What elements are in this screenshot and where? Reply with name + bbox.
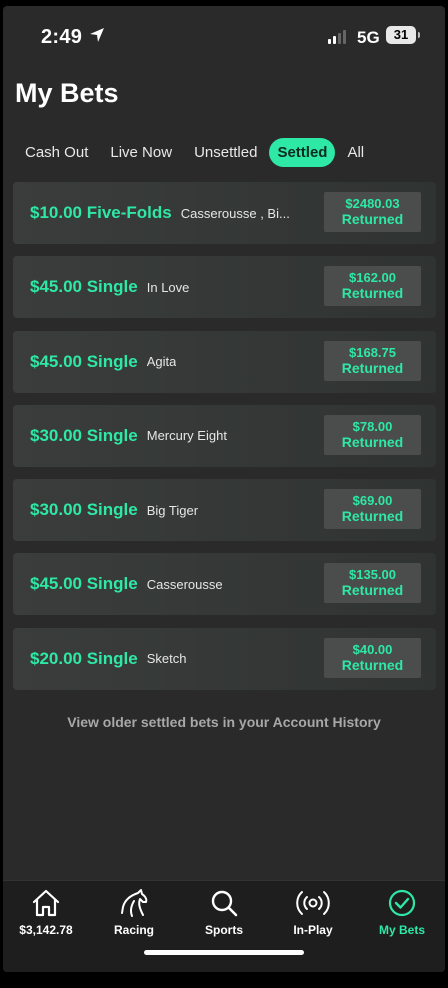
returned-badge: $78.00 Returned xyxy=(324,414,421,455)
returned-label: Returned xyxy=(341,359,404,376)
bet-amount: $45.00 Single xyxy=(30,574,138,594)
cell-signal-icon xyxy=(328,30,346,44)
returned-badge: $2480.03 Returned xyxy=(324,192,421,232)
horse-icon xyxy=(121,889,148,917)
screen: 2:49 5G 31 My Bets Cash Out Live Now Uns… xyxy=(3,6,445,972)
bet-selection: In Love xyxy=(146,279,190,295)
bet-filter-tabs: Cash Out Live Now Unsettled Settled All xyxy=(15,138,376,167)
status-time: 2:49 xyxy=(41,26,83,48)
network-type: 5G xyxy=(357,28,380,47)
bet-card[interactable]: $10.00 Five-Folds Casserousse , Bi... $24… xyxy=(13,182,436,244)
bet-amount: $45.00 Single xyxy=(30,351,138,371)
nav-sports[interactable]: Sports xyxy=(184,887,264,937)
bet-selection: Agita xyxy=(146,354,177,370)
location-arrow-icon xyxy=(90,28,104,42)
returned-label: Returned xyxy=(341,211,404,227)
home-indicator[interactable] xyxy=(144,950,304,955)
returned-badge: $69.00 Returned xyxy=(324,489,421,530)
tab-live-now[interactable]: Live Now xyxy=(100,138,182,167)
returned-label: Returned xyxy=(341,582,404,599)
returned-label: Returned xyxy=(341,508,404,525)
returned-value: $40.00 xyxy=(352,641,393,657)
nav-in-play[interactable]: In-Play xyxy=(273,887,353,937)
bet-amount: $30.00 Single xyxy=(30,500,138,520)
tab-unsettled[interactable]: Unsettled xyxy=(184,138,267,167)
status-bar: 2:49 5G 31 xyxy=(3,6,445,62)
returned-value: $69.00 xyxy=(352,493,393,509)
nav-label: $3,142.78 xyxy=(19,923,73,937)
broadcast-icon xyxy=(296,891,330,915)
nav-label: My Bets xyxy=(378,923,425,937)
nav-label: In-Play xyxy=(293,923,333,937)
bet-card[interactable]: $45.00 Single Casserousse $135.00 Returned xyxy=(13,553,436,616)
returned-value: $162.00 xyxy=(349,270,396,286)
nav-label: Sports xyxy=(204,923,243,937)
bet-selection: Sketch xyxy=(146,651,187,667)
search-icon xyxy=(211,890,238,917)
returned-value: $168.75 xyxy=(349,344,396,360)
returned-badge: $135.00 Returned xyxy=(324,563,421,604)
check-circle-icon xyxy=(388,889,416,917)
home-icon xyxy=(32,889,60,917)
returned-value: $78.00 xyxy=(352,418,393,434)
bet-amount: $30.00 Single xyxy=(30,425,138,445)
bet-card[interactable]: $30.00 Single Big Tiger $69.00 Returned xyxy=(13,479,436,542)
tab-all[interactable]: All xyxy=(337,138,374,167)
bottom-nav: $3,142.78 Racing Sports In-Play My Bets xyxy=(3,880,445,972)
bet-selection: Casserousse xyxy=(146,576,223,592)
page-title: My Bets xyxy=(15,78,119,108)
bet-selection: Casserousse , Bi... xyxy=(180,205,290,221)
tab-settled[interactable]: Settled xyxy=(269,138,336,167)
returned-label: Returned xyxy=(341,433,404,450)
bet-selection: Big Tiger xyxy=(146,502,199,518)
bet-selection: Mercury Eight xyxy=(146,428,227,444)
bet-card[interactable]: $45.00 Single In Love $162.00 Returned xyxy=(13,256,436,319)
bet-amount: $20.00 Single xyxy=(30,648,138,668)
bet-card[interactable]: $20.00 Single Sketch $40.00 Returned xyxy=(13,627,436,690)
returned-badge: $168.75 Returned xyxy=(324,340,421,381)
nav-racing[interactable]: Racing xyxy=(94,887,174,937)
nav-label: Racing xyxy=(113,923,154,937)
account-history-link[interactable]: View older settled bets in your Account … xyxy=(3,714,445,730)
returned-value: $135.00 xyxy=(349,567,396,583)
bet-card[interactable]: $30.00 Single Mercury Eight $78.00 Returne… xyxy=(13,404,436,467)
returned-label: Returned xyxy=(341,285,404,302)
nav-account-balance[interactable]: $3,142.78 xyxy=(6,887,86,937)
returned-label: Returned xyxy=(341,656,404,673)
nav-my-bets[interactable]: My Bets xyxy=(362,887,442,937)
returned-value: $2480.03 xyxy=(345,196,400,211)
returned-badge: $40.00 Returned xyxy=(324,637,421,678)
returned-badge: $162.00 Returned xyxy=(324,266,421,307)
battery-icon: 31 xyxy=(386,26,420,44)
bet-amount: $45.00 Single xyxy=(30,277,138,297)
bet-card[interactable]: $45.00 Single Agita $168.75 Returned xyxy=(13,330,436,393)
settled-bets-list: $10.00 Five-Folds Casserousse , Bi... $24… xyxy=(13,182,436,702)
tab-cash-out[interactable]: Cash Out xyxy=(15,138,98,167)
bet-amount: $10.00 Five-Folds xyxy=(30,203,172,222)
